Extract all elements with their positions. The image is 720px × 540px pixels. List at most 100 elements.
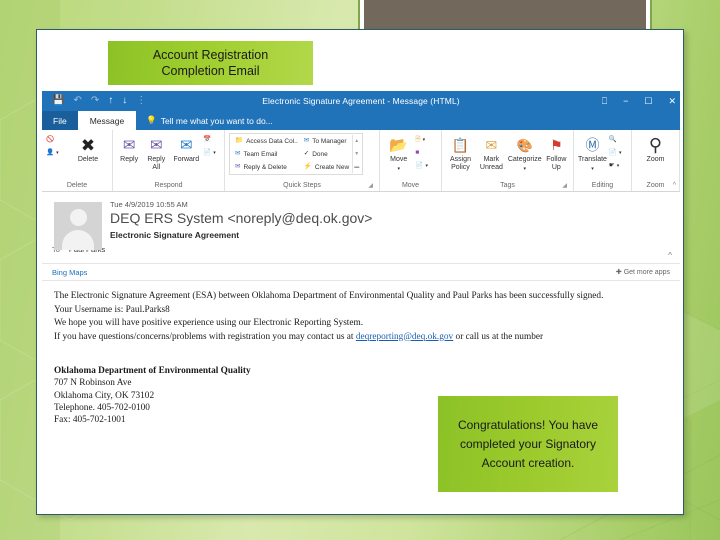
group-label-text: Quick Steps bbox=[283, 182, 321, 189]
actions-icon: 📄 bbox=[415, 161, 424, 169]
congratulations-callout: Congratulations! You have completed your… bbox=[438, 396, 618, 492]
reply-all-label: Reply All bbox=[147, 156, 166, 171]
junk-icon: 👤 bbox=[46, 148, 55, 156]
header-expand-button[interactable]: ^ bbox=[668, 251, 672, 260]
assign-policy-button[interactable]: 📋 Assign Policy bbox=[446, 133, 475, 172]
close-icon[interactable]: ✕ bbox=[668, 96, 676, 106]
ribbon-group-delete: 🚫 👤 ▾ ✖ Delete Delete bbox=[42, 130, 113, 191]
translate-button[interactable]: Ⓜ Translate ▾ bbox=[578, 133, 607, 173]
addin-bing-maps[interactable]: Bing Maps bbox=[52, 268, 87, 277]
group-label-quick-steps: Quick Steps ◢ bbox=[229, 180, 375, 191]
mark-unread-button[interactable]: ✉ Mark Unread bbox=[477, 133, 506, 172]
delete-label: Delete bbox=[77, 156, 99, 163]
quick-step-label: Team Email bbox=[243, 150, 278, 158]
zoom-button[interactable]: ⚲ Zoom bbox=[636, 133, 675, 164]
quick-step-team-email[interactable]: ✉ Team Email bbox=[235, 148, 298, 160]
quick-step-access-data-col[interactable]: 📁 Access Data Col.. bbox=[235, 135, 298, 147]
translate-label: Translate bbox=[578, 156, 607, 163]
scroll-more-icon[interactable]: ▬ bbox=[353, 161, 360, 173]
select-icon: ☛ bbox=[608, 161, 615, 169]
forward-icon: ✉ bbox=[179, 136, 193, 154]
meeting-button[interactable]: 📅 bbox=[203, 134, 220, 146]
quick-steps-scrollbar[interactable]: ▲ ▼ ▬ bbox=[352, 135, 360, 173]
ribbon-group-move: 📂 Move ▾ 🗎 ▾ ■ 📄 ▾ Move bbox=[380, 130, 442, 191]
ribbon: 🚫 👤 ▾ ✖ Delete Delete ✉ Reply ✉ Reply Al… bbox=[42, 130, 680, 192]
onenote-button[interactable]: ■ bbox=[415, 147, 437, 159]
translate-icon: Ⓜ bbox=[585, 137, 600, 153]
tab-file[interactable]: File bbox=[42, 111, 78, 130]
reply-label: Reply bbox=[120, 156, 139, 163]
junk-button[interactable]: 👤 ▾ bbox=[46, 147, 66, 159]
ribbon-group-respond: ✉ Reply ✉ Reply All ✉ Forward 📅 📄 ▾ Resp… bbox=[113, 130, 225, 191]
tab-message-label: Message bbox=[89, 115, 125, 126]
scroll-up-icon[interactable]: ▲ bbox=[353, 135, 360, 147]
body-paragraph-2: Your Username is: Paul.Parks8 bbox=[54, 304, 170, 315]
maximize-icon[interactable]: ☐ bbox=[644, 96, 652, 106]
quick-steps-column-1: 📁 Access Data Col.. ✉ Team Email ✉ Reply… bbox=[232, 135, 301, 173]
actions-button[interactable]: 📄 ▾ bbox=[415, 160, 437, 172]
ribbon-tab-row: File Message 💡 Tell me what you want to … bbox=[42, 111, 680, 130]
tab-message[interactable]: Message bbox=[77, 111, 137, 130]
quick-steps-gallery[interactable]: 📁 Access Data Col.. ✉ Team Email ✉ Reply… bbox=[229, 133, 364, 175]
delete-button[interactable]: ✖ Delete bbox=[68, 133, 108, 164]
message-recipients: To Paul Parks bbox=[52, 245, 670, 254]
mark-unread-icon: ✉ bbox=[485, 137, 498, 153]
to-manager-icon: ✉ bbox=[303, 136, 310, 144]
scroll-down-icon[interactable]: ▼ bbox=[353, 148, 360, 160]
dialog-launcher-icon[interactable]: ◢ bbox=[562, 181, 567, 192]
follow-up-flag-icon: ⚑ bbox=[550, 137, 563, 153]
tab-file-label: File bbox=[53, 115, 67, 126]
quick-step-label: Done bbox=[312, 150, 328, 158]
assign-policy-label: Assign Policy bbox=[449, 156, 471, 171]
reply-all-button[interactable]: ✉ Reply All bbox=[143, 133, 169, 172]
forward-button[interactable]: ✉ Forward bbox=[171, 133, 201, 164]
assign-policy-icon: 📋 bbox=[451, 137, 470, 153]
categorize-label: Categorize bbox=[507, 156, 542, 163]
message-date: Tue 4/9/2019 10:55 AM bbox=[110, 200, 188, 209]
categorize-button[interactable]: 🎨 Categorize ▾ bbox=[508, 133, 542, 173]
lightbulb-icon: 💡 bbox=[146, 115, 157, 126]
find-button[interactable]: 🔍 bbox=[609, 134, 627, 146]
quick-steps-column-2: ✉ To Manager ✓ Done ⚡ Create New bbox=[301, 135, 352, 173]
move-button[interactable]: 📂 Move ▾ bbox=[384, 133, 413, 173]
rules-button[interactable]: 🗎 ▾ bbox=[415, 134, 437, 146]
tell-me-label: Tell me what you want to do... bbox=[160, 115, 273, 126]
folder-move-icon: 📁 bbox=[235, 136, 244, 144]
more-respond-button[interactable]: 📄 ▾ bbox=[203, 147, 220, 159]
related-button[interactable]: 📄 ▾ bbox=[609, 147, 627, 159]
quick-step-create-new[interactable]: ⚡ Create New bbox=[304, 161, 349, 173]
follow-up-button[interactable]: ⚑ Follow Up bbox=[544, 133, 569, 172]
plus-icon: ✚ bbox=[615, 268, 622, 276]
ribbon-group-quick-steps: 📁 Access Data Col.. ✉ Team Email ✉ Reply… bbox=[225, 130, 380, 191]
tell-me-search[interactable]: 💡 Tell me what you want to do... bbox=[136, 111, 283, 130]
slide-title-line1: Account Registration bbox=[152, 48, 269, 62]
quick-step-reply-delete[interactable]: ✉ Reply & Delete bbox=[235, 161, 298, 173]
reply-button[interactable]: ✉ Reply bbox=[117, 133, 141, 164]
message-subject: Electronic Signature Agreement bbox=[110, 230, 240, 240]
contact-email-link[interactable]: deqreporting@deq.ok.gov bbox=[356, 332, 453, 342]
quick-step-label: Reply & Delete bbox=[243, 163, 287, 171]
reply-all-icon: ✉ bbox=[150, 136, 163, 154]
group-label-editing: Editing bbox=[591, 182, 614, 189]
ignore-icon: 🚫 bbox=[46, 135, 55, 143]
get-more-apps-link[interactable]: ✚ Get more apps bbox=[616, 269, 670, 276]
team-email-icon: ✉ bbox=[235, 149, 241, 157]
slide-title-line2: Completion Email bbox=[161, 64, 260, 78]
dialog-launcher-icon[interactable]: ◢ bbox=[368, 181, 373, 192]
window-controls[interactable]: ⎕ − ☐ ✕ bbox=[602, 91, 676, 111]
select-button[interactable]: ☛ ▾ bbox=[609, 160, 627, 172]
get-more-apps-label: Get more apps bbox=[623, 268, 670, 276]
contact-prefix: If you have questions/concerns/problems … bbox=[54, 331, 356, 342]
ribbon-collapse-button[interactable]: ^ bbox=[673, 182, 676, 189]
reply-icon: ✉ bbox=[122, 136, 136, 154]
ignore-button[interactable]: 🚫 bbox=[46, 134, 66, 146]
ribbon-display-options-icon[interactable]: ⎕ bbox=[602, 96, 607, 106]
onenote-icon: ■ bbox=[415, 148, 420, 156]
minimize-icon[interactable]: − bbox=[623, 96, 628, 106]
more-respond-icon: 📄 bbox=[203, 148, 212, 156]
related-icon: 📄 bbox=[608, 148, 618, 156]
quick-step-done[interactable]: ✓ Done bbox=[304, 148, 349, 160]
quick-step-to-manager[interactable]: ✉ To Manager bbox=[304, 135, 349, 147]
group-label-tags: Tags ◢ bbox=[446, 180, 569, 191]
avatar bbox=[54, 202, 102, 250]
